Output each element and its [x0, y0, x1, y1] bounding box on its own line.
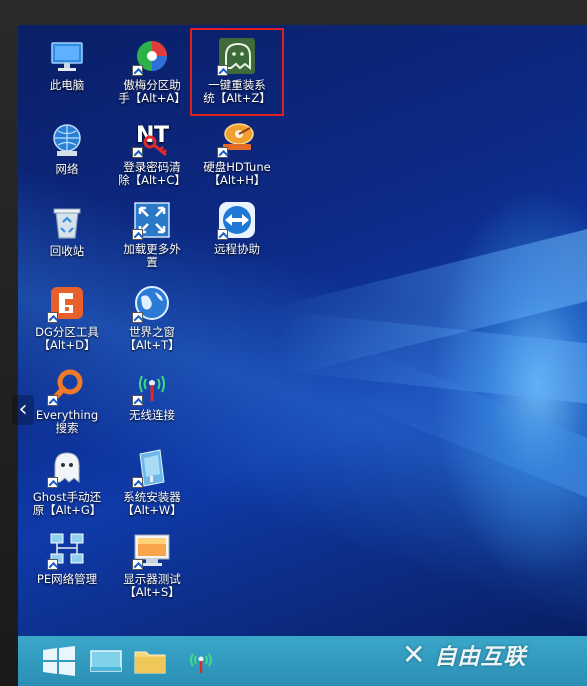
desktop-icon-diskgenius-partition[interactable]: 傲梅分区助 手【Alt+A】: [112, 36, 192, 116]
start-button[interactable]: [40, 644, 78, 678]
icon-label: 系统安装器 【Alt+W】: [122, 490, 182, 517]
desktop-icon-ghost-manual-restore[interactable]: Ghost手动还 原【Alt+G】: [27, 448, 107, 528]
desktop-icon-wireless-connect[interactable]: 无线连接: [112, 366, 192, 446]
desktop-icon-login-password-clear[interactable]: N T 登录密码清 除【Alt+C】: [112, 118, 192, 198]
desktop-icon-recycle-bin[interactable]: 回收站: [27, 202, 107, 282]
icon-label: 远程协助: [214, 242, 260, 256]
wallpaper-light-beam: [277, 311, 587, 415]
icon-label: 显示器测试 【Alt+S】: [123, 572, 181, 599]
key-password-icon: N T: [132, 118, 172, 158]
network-manager-icon: [47, 530, 87, 570]
desktop-icon-this-pc[interactable]: 此电脑: [27, 36, 107, 116]
icon-label: 傲梅分区助 手【Alt+A】: [118, 78, 186, 105]
wallpaper-light-beam: [272, 206, 587, 376]
shortcut-arrow-icon: [217, 229, 228, 240]
desktop-icon-monitor-test[interactable]: 显示器测试 【Alt+S】: [112, 530, 192, 610]
icon-label: 登录密码清 除【Alt+C】: [118, 160, 186, 187]
icon-label: 此电脑: [49, 78, 85, 92]
shortcut-arrow-icon: [47, 477, 58, 488]
icon-label: 无线连接: [129, 408, 175, 422]
icon-label: Ghost手动还 原【Alt+G】: [32, 490, 102, 517]
watermark-text: 自由互联: [434, 645, 527, 670]
watermark-x-icon: ✕: [402, 638, 427, 671]
wireless-antenna-icon: [132, 366, 172, 406]
shortcut-arrow-icon: [132, 559, 143, 570]
desktop-icon-network[interactable]: 网络: [27, 120, 107, 200]
show-desktop-button[interactable]: [88, 644, 124, 678]
partition-assistant-icon: [132, 36, 172, 76]
shortcut-arrow-icon: [132, 395, 143, 406]
diskgenius-icon: [47, 283, 87, 323]
shortcut-arrow-icon: [47, 395, 58, 406]
shortcut-arrow-icon: [47, 312, 58, 323]
shortcut-arrow-icon: [217, 147, 228, 158]
desktop-icon-hdtune[interactable]: 硬盘HDTune 【Alt+H】: [197, 118, 277, 198]
desktop-icon-pe-network-manager[interactable]: PE网络管理: [27, 530, 107, 610]
desktop-icon-load-more-external[interactable]: 加载更多外 置: [112, 200, 192, 280]
hard-disk-icon: [217, 118, 257, 158]
svg-text:T: T: [154, 123, 169, 148]
icon-label: PE网络管理: [36, 572, 98, 586]
desktop-icon-everything-search[interactable]: Everything 搜索: [27, 366, 107, 446]
previous-chevron-icon[interactable]: ‹: [12, 395, 34, 425]
globe-browser-icon: [132, 283, 172, 323]
ghost-icon: [47, 448, 87, 488]
desktop-icon-remote-assist[interactable]: 远程协助: [197, 200, 277, 280]
desktop-icon-dg-partition-tool[interactable]: DG分区工具 【Alt+D】: [27, 283, 107, 363]
icon-label: 加载更多外 置: [123, 242, 181, 269]
recycle-bin-icon: [47, 202, 87, 242]
expand-arrows-icon: [132, 200, 172, 240]
installer-box-icon: [132, 448, 172, 488]
network-icon: [47, 120, 87, 160]
shortcut-arrow-icon: [132, 229, 143, 240]
watermark-logo: ✕ 自由互联: [402, 635, 526, 675]
magnifier-icon: [47, 366, 87, 406]
shortcut-arrow-icon: [47, 559, 58, 570]
desktop-icon-system-installer[interactable]: 系统安装器 【Alt+W】: [112, 448, 192, 528]
icon-label: Everything 搜索: [35, 408, 99, 435]
shortcut-arrow-icon: [132, 312, 143, 323]
shortcut-arrow-icon: [132, 65, 143, 76]
file-explorer-button[interactable]: [132, 644, 168, 678]
icon-label: 世界之窗 【Alt+T】: [124, 325, 180, 352]
icon-label: 回收站: [49, 244, 85, 258]
monitor-test-icon: [132, 530, 172, 570]
shortcut-arrow-icon: [132, 477, 143, 488]
icon-label: 硬盘HDTune 【Alt+H】: [203, 160, 271, 187]
wallpaper-light-beam: [335, 344, 587, 538]
icon-label: 网络: [55, 162, 79, 176]
shortcut-arrow-icon: [132, 147, 143, 158]
wireless-tray-icon[interactable]: [184, 644, 218, 678]
selection-highlight-box: [190, 28, 284, 116]
desktop-icon-world-window[interactable]: 世界之窗 【Alt+T】: [112, 283, 192, 363]
computer-icon: [47, 36, 87, 76]
icon-label: DG分区工具 【Alt+D】: [35, 325, 99, 352]
teamviewer-icon: [217, 200, 257, 240]
